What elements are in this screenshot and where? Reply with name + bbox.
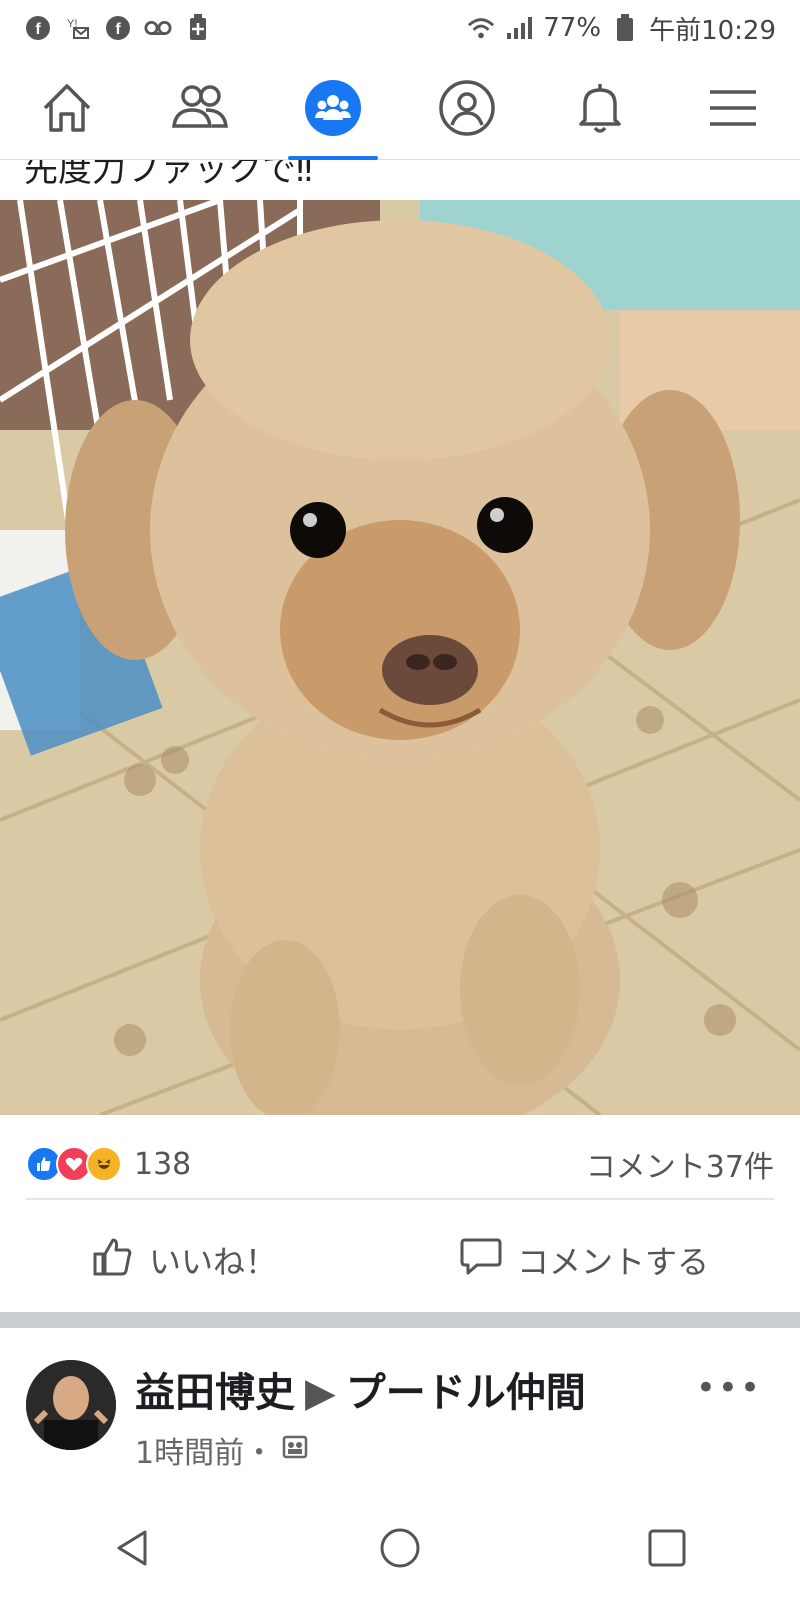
reaction-icons[interactable] — [26, 1146, 122, 1182]
voicemail-icon — [144, 14, 172, 42]
profile-icon — [438, 79, 496, 137]
nav-profile[interactable] — [422, 56, 512, 160]
nav-home[interactable] — [22, 56, 112, 160]
bell-icon — [575, 80, 625, 136]
post-author-line: 益田博史 ▶ プードル仲間 — [135, 1360, 586, 1418]
thumbs-up-icon — [91, 1234, 135, 1286]
comment-count-link[interactable]: コメント37件 — [586, 1142, 774, 1186]
post-text: 先度力ファックで‼ — [24, 160, 313, 190]
author-name[interactable]: 益田博史 — [135, 1370, 295, 1416]
comment-button[interactable]: コメントする — [459, 1234, 709, 1286]
arrow-right-icon: ▶ — [305, 1370, 336, 1416]
post-actions: いいね！ コメントする — [0, 1215, 800, 1305]
clock: 午前10:29 — [649, 15, 776, 46]
haha-reaction-icon — [86, 1146, 122, 1182]
groups-icon — [305, 79, 362, 136]
reaction-count: 138 — [134, 1146, 192, 1182]
status-bar: f Y! f 77% 午前10:29 — [0, 0, 800, 56]
like-label: いいね！ — [148, 1243, 277, 1281]
facebook-icon: f — [24, 14, 52, 42]
comment-label: コメントする — [516, 1243, 709, 1281]
next-post-header: 益田博史 ▶ プードル仲間 1時間前・ ••• — [0, 1338, 800, 1471]
nav-notifications[interactable] — [555, 56, 645, 160]
group-name[interactable]: プードル仲間 — [346, 1370, 586, 1416]
nav-menu[interactable] — [688, 56, 778, 160]
top-navigation — [0, 56, 800, 160]
feed-divider — [0, 1312, 800, 1328]
more-options-button[interactable]: ••• — [696, 1368, 762, 1408]
avatar[interactable] — [26, 1360, 116, 1450]
recent-apps-icon[interactable] — [645, 1526, 689, 1574]
signal-icon — [505, 14, 533, 42]
timestamp[interactable]: 1時間前・ — [135, 1428, 274, 1472]
back-icon[interactable] — [111, 1526, 155, 1574]
group-privacy-icon — [282, 1433, 308, 1468]
nav-friends[interactable] — [155, 56, 245, 160]
comment-bubble-icon — [459, 1234, 503, 1286]
svg-text:f: f — [115, 21, 121, 38]
post-photo[interactable] — [0, 200, 800, 1115]
home-icon — [39, 80, 95, 136]
nav-groups[interactable] — [288, 56, 379, 160]
post-time: 1時間前・ — [135, 1428, 308, 1472]
facebook-icon: f — [104, 14, 132, 42]
battery-plus-icon — [184, 14, 212, 42]
wifi-icon — [467, 14, 495, 42]
battery-percent: 77% — [543, 13, 602, 43]
home-circle-icon[interactable] — [378, 1526, 422, 1574]
battery-icon — [611, 14, 639, 42]
like-button[interactable]: いいね！ — [91, 1234, 277, 1286]
hamburger-menu-icon — [708, 86, 758, 130]
yahoo-mail-icon: Y! — [64, 14, 92, 42]
reactions-bar: 138 コメント37件 — [26, 1130, 774, 1200]
system-navigation — [0, 1500, 800, 1600]
friends-icon — [170, 80, 230, 136]
svg-text:f: f — [35, 21, 41, 38]
